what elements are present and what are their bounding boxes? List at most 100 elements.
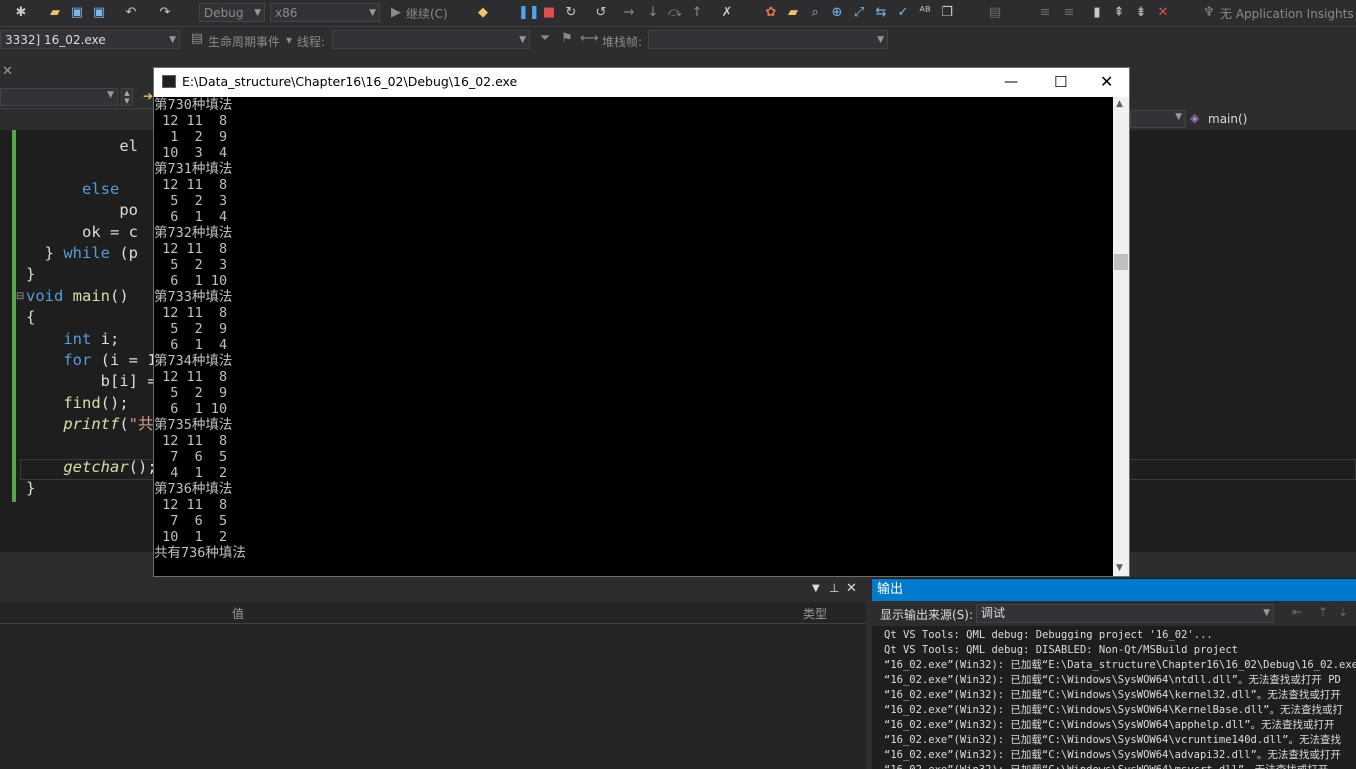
output-line: Qt VS Tools: QML debug: DISABLED: Non-Qt… xyxy=(884,644,1239,656)
close-window-button[interactable]: ✕ xyxy=(1100,68,1113,96)
find-icon[interactable]: ⌕ xyxy=(806,4,824,22)
code-line[interactable]: po xyxy=(26,200,138,221)
stackframe-select[interactable]: ▼ xyxy=(648,30,888,49)
next-bookmark-icon[interactable]: ⇟ xyxy=(1132,4,1150,22)
filter-icon[interactable]: ⏷ xyxy=(536,30,554,48)
undo-icon[interactable]: ↶ xyxy=(122,4,140,22)
close-tab-icon[interactable]: ✕ xyxy=(2,64,13,79)
code-line[interactable]: b[i] = xyxy=(26,371,157,392)
restart-icon[interactable]: ↻ xyxy=(562,4,580,22)
thread-select[interactable]: ▼ xyxy=(332,30,530,49)
scroll-down-icon[interactable]: ▼ xyxy=(1116,563,1123,573)
code-line[interactable]: int i; xyxy=(26,329,119,350)
next-message-icon[interactable]: ⇣ xyxy=(1338,605,1348,619)
play-icon[interactable]: ▶ xyxy=(387,4,405,22)
zoom-icon[interactable]: ⊕ xyxy=(828,4,846,22)
lifecycle-events-button[interactable]: 生命周期事件 xyxy=(208,33,280,50)
flag-filter-icon[interactable]: ⚑ xyxy=(558,30,576,48)
platform-select[interactable]: x86 ▼ xyxy=(270,3,380,22)
value-column-header[interactable]: 值 xyxy=(232,605,244,622)
solution-config-select[interactable]: Debug ▼ xyxy=(199,3,265,22)
new-project-icon[interactable]: ✱ xyxy=(12,4,30,22)
thread-toggle-icon[interactable]: ⟷ xyxy=(580,30,599,48)
console-line: 5 2 9 xyxy=(154,385,228,401)
save-icon[interactable]: ▣ xyxy=(68,4,86,22)
thread-label: 线程: xyxy=(297,35,326,49)
code-line[interactable]: } xyxy=(26,478,35,499)
comment-icon[interactable]: ▤ xyxy=(986,4,1004,22)
process-select[interactable]: 3332] 16_02.exe ▼ xyxy=(0,30,180,49)
collapse-icon[interactable]: ⊟ xyxy=(16,291,24,302)
output-source-select[interactable]: 调试 ▼ xyxy=(976,604,1274,623)
code-token: find xyxy=(63,393,101,412)
close-panel-icon[interactable]: ✕ xyxy=(846,581,857,596)
scroll-up-icon[interactable]: ▲ xyxy=(1116,99,1123,109)
step-out-icon[interactable]: ↑ xyxy=(688,4,706,22)
panel-menu-icon[interactable]: ▼ xyxy=(812,583,820,594)
spell-icon[interactable]: ᴬᴮ xyxy=(916,4,934,22)
code-line[interactable]: } xyxy=(26,264,35,285)
code-line[interactable]: el xyxy=(26,136,138,157)
type-column-header[interactable]: 类型 xyxy=(803,605,827,622)
save-all-icon[interactable]: ▣ xyxy=(90,4,108,22)
code-line[interactable]: for (i = 1 xyxy=(26,350,156,371)
code-line[interactable]: else xyxy=(26,179,119,200)
console-line: 10 1 2 xyxy=(154,529,228,545)
indent-icon[interactable]: ≡ xyxy=(1036,4,1054,22)
pause-icon[interactable]: ❚❚ xyxy=(518,4,540,22)
redo-icon[interactable]: ↷ xyxy=(156,4,174,22)
code-token: } xyxy=(26,479,36,498)
clear-bookmarks-icon[interactable]: ✕ xyxy=(1154,4,1172,22)
code-line[interactable]: find(); xyxy=(26,393,128,414)
find-message-icon[interactable]: ⇤ xyxy=(1292,605,1302,619)
step-into-icon[interactable]: ↓ xyxy=(644,4,662,22)
expand-icon[interactable]: ⤢ xyxy=(850,4,868,22)
arrows-icon[interactable]: ⇆ xyxy=(872,4,890,22)
application-insights-button[interactable]: 无 Application Insights xyxy=(1220,5,1354,22)
window-icon[interactable]: ❐ xyxy=(938,4,956,22)
code-line[interactable]: void main() xyxy=(26,286,129,307)
console-title-bar[interactable]: E:\Data_structure\Chapter16\16_02\Debug\… xyxy=(154,68,1129,96)
attach-icon[interactable]: ◆ xyxy=(474,4,492,22)
stackframe-label: 堆栈帧: xyxy=(602,35,643,49)
folder-icon[interactable]: ▰ xyxy=(784,4,802,22)
tool-icon[interactable]: ✿ xyxy=(762,4,780,22)
prev-message-icon[interactable]: ⇡ xyxy=(1318,605,1328,619)
lifecycle-dropdown-icon[interactable]: ▾ xyxy=(286,33,292,47)
continue-button[interactable]: 继续(C) xyxy=(406,5,448,22)
outdent-icon[interactable]: ≡ xyxy=(1060,4,1078,22)
console-line: 12 11 8 xyxy=(154,369,228,385)
output-line: “16_02.exe”(Win32): 已加载“C:\Windows\SysWO… xyxy=(884,704,1344,716)
minimize-button[interactable]: — xyxy=(1004,68,1018,96)
pin-icon[interactable]: ⊥ xyxy=(829,581,839,595)
console-line: 共有736种填法 xyxy=(154,545,246,561)
maximize-button[interactable]: ☐ xyxy=(1054,68,1067,96)
code-line[interactable]: { xyxy=(26,307,35,328)
check-icon[interactable]: ✓ xyxy=(894,4,912,22)
lifecycle-icon[interactable]: ▤ xyxy=(188,30,206,48)
output-text[interactable]: Qt VS Tools: QML debug: Debugging projec… xyxy=(884,628,1356,769)
scroll-thumb[interactable] xyxy=(1114,254,1128,270)
output-line: “16_02.exe”(Win32): 已加载“C:\Windows\SysWO… xyxy=(884,763,1356,769)
chevron-down-icon: ▼ xyxy=(877,35,884,45)
function-scope-value[interactable]: main() xyxy=(1208,112,1247,126)
project-scope-select[interactable]: ▼ xyxy=(0,88,118,106)
stop-icon[interactable]: ■ xyxy=(540,4,558,22)
step-over-icon[interactable]: ⤼ xyxy=(666,4,684,22)
class-scope-select[interactable]: ▼ xyxy=(1130,110,1186,128)
code-line[interactable]: ok = c xyxy=(26,222,138,243)
code-line[interactable]: } while (p xyxy=(26,243,138,264)
code-line[interactable]: printf("共 xyxy=(26,414,153,435)
show-next-statement-icon[interactable]: → xyxy=(620,4,638,22)
change-gutter xyxy=(12,130,16,502)
code-token: for xyxy=(63,351,92,369)
split-spinner-icon[interactable]: ▲ ▼ xyxy=(121,88,133,106)
console-line: 6 1 4 xyxy=(154,209,228,225)
insights-icon[interactable]: ♆ xyxy=(1200,4,1218,22)
breakpoint-toggle-icon[interactable]: ✗ xyxy=(718,4,736,22)
bookmark-icon[interactable]: ▮ xyxy=(1088,4,1106,22)
console-scrollbar[interactable]: ▲ ▼ xyxy=(1113,97,1129,576)
prev-bookmark-icon[interactable]: ⇞ xyxy=(1110,4,1128,22)
open-folder-icon[interactable]: ▰ xyxy=(46,4,64,22)
hot-reload-icon[interactable]: ↺ xyxy=(592,4,610,22)
